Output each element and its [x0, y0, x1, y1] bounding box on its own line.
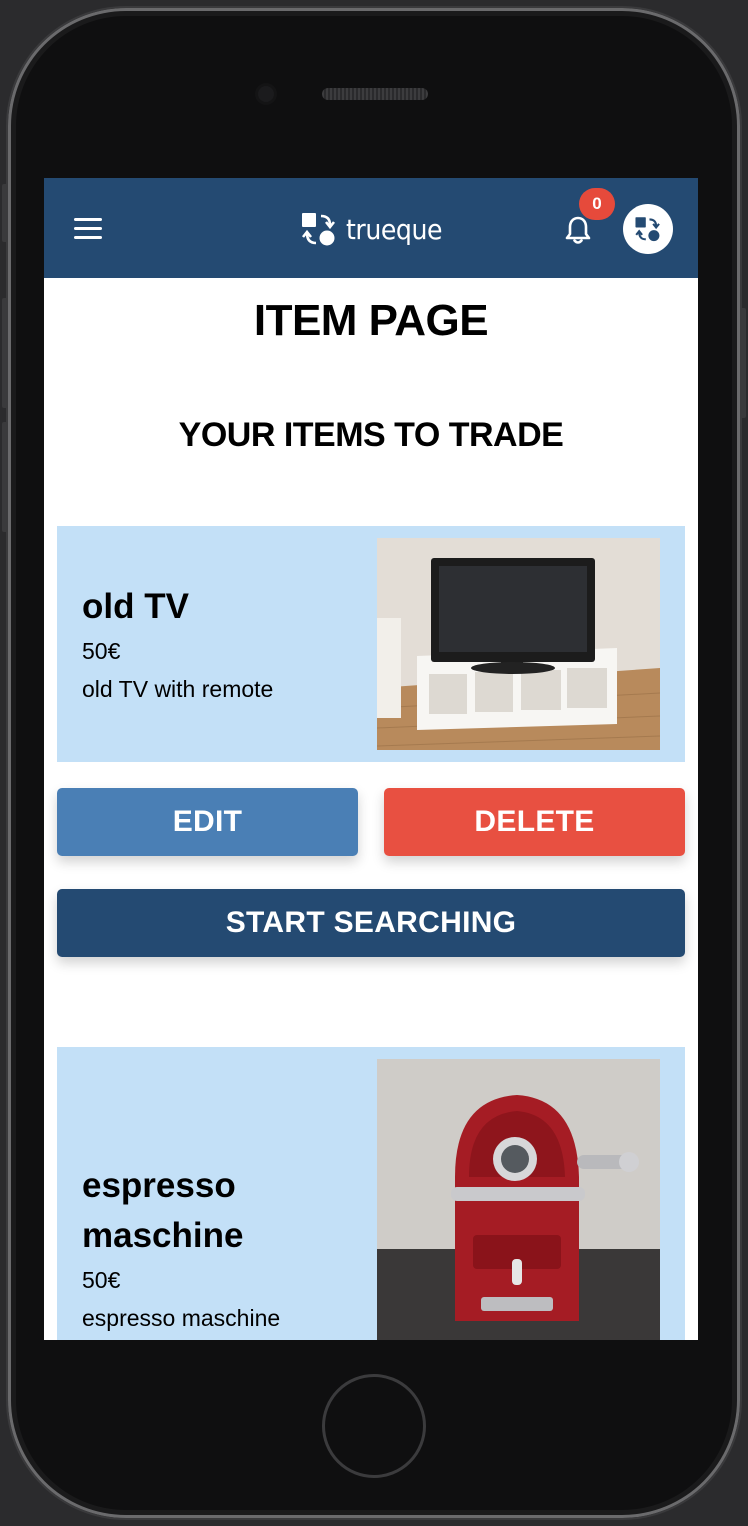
start-searching-button[interactable]: START SEARCHING: [57, 889, 685, 957]
item-info: espresso maschine 50€ espresso maschine: [82, 1161, 352, 1337]
notification-count-badge: 0: [579, 188, 615, 220]
page-title: ITEM PAGE: [253, 296, 489, 345]
trueque-logo-icon: [635, 217, 660, 242]
earpiece-speaker: [322, 88, 428, 100]
delete-button[interactable]: DELETE: [384, 788, 685, 856]
app-logo-text: trueque: [346, 212, 443, 246]
app-logo[interactable]: trueque: [300, 208, 453, 250]
volume-down-button: [2, 422, 8, 532]
home-button[interactable]: [322, 1374, 426, 1478]
item-name: espresso maschine: [82, 1166, 244, 1255]
item-name: old TV: [82, 587, 189, 626]
front-camera: [258, 86, 274, 102]
top-navbar: trueque 0: [44, 178, 698, 278]
volume-up-button: [2, 298, 8, 408]
item-card[interactable]: old TV 50€ old TV with remote: [57, 526, 685, 762]
power-button: [740, 308, 746, 418]
profile-avatar[interactable]: [623, 204, 673, 254]
item-info: old TV 50€ old TV with remote: [82, 582, 352, 708]
item-description: espresso maschine: [82, 1305, 281, 1331]
item-card[interactable]: espresso maschine 50€ espresso maschine: [57, 1047, 685, 1340]
trueque-logo-icon: [301, 213, 336, 246]
hamburger-menu-icon[interactable]: [74, 218, 102, 240]
item-price: 50€: [82, 1267, 121, 1293]
section-title: YOUR ITEMS TO TRADE: [178, 416, 564, 454]
item-photo-tv: [377, 538, 660, 750]
app-screen: trueque 0 ITEM PAGE YOUR ITEMS TO TRADE …: [44, 178, 698, 1340]
edit-button[interactable]: EDIT: [57, 788, 358, 856]
item-price: 50€: [82, 638, 121, 664]
item-photo-espresso-machine: [377, 1059, 660, 1340]
mute-switch: [2, 184, 8, 242]
item-description: old TV with remote: [82, 676, 274, 702]
